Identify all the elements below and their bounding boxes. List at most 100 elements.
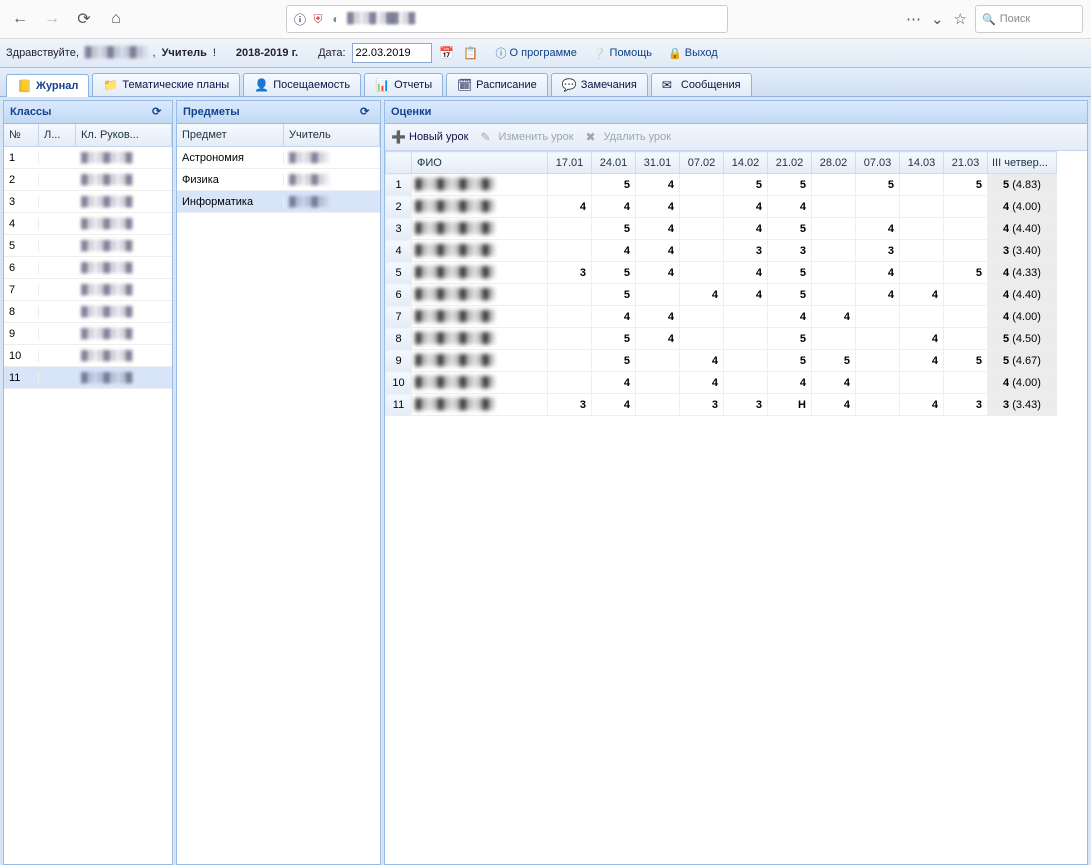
cell-grade[interactable] (900, 372, 944, 394)
col-date[interactable]: 17.01 (548, 152, 592, 174)
cell-grade[interactable] (548, 372, 592, 394)
col-num[interactable]: № (4, 124, 39, 146)
reload-button[interactable]: ⟳ (72, 7, 96, 31)
about-link[interactable]: ⓘО программе (496, 45, 577, 61)
cell-grade[interactable]: 5 (944, 174, 988, 196)
col-teacher[interactable]: Учитель (284, 124, 380, 146)
cell-grade[interactable] (548, 240, 592, 262)
table-row[interactable]: 7▓▒░▒▓▒░▒▓▒░▒▓▒44444 (4.00) (386, 306, 1057, 328)
class-row[interactable]: 11▓▒░▒▓▒░▒▓ (4, 367, 172, 389)
more-icon[interactable]: ⋯ (906, 10, 921, 28)
cell-grade[interactable] (900, 240, 944, 262)
class-row[interactable]: 10▓▒░▒▓▒░▒▓ (4, 345, 172, 367)
class-row[interactable]: 4▓▒░▒▓▒░▒▓ (4, 213, 172, 235)
class-row[interactable]: 5▓▒░▒▓▒░▒▓ (4, 235, 172, 257)
cell-grade[interactable]: 4 (768, 372, 812, 394)
col-rownum[interactable] (386, 152, 412, 174)
cell-grade[interactable] (944, 284, 988, 306)
col-fio[interactable]: ФИО (412, 152, 548, 174)
cell-grade[interactable] (548, 350, 592, 372)
table-row[interactable]: 10▓▒░▒▓▒░▒▓▒░▒▓▒44444 (4.00) (386, 372, 1057, 394)
cell-grade[interactable] (856, 328, 900, 350)
cell-grade[interactable]: 5 (768, 174, 812, 196)
col-date[interactable]: 21.03 (944, 152, 988, 174)
cell-grade[interactable] (856, 394, 900, 416)
cell-grade[interactable]: 4 (592, 196, 636, 218)
cell-grade[interactable]: 3 (768, 240, 812, 262)
home-button[interactable]: ⌂ (104, 7, 128, 31)
cell-grade[interactable]: 5 (812, 350, 856, 372)
table-row[interactable]: 3▓▒░▒▓▒░▒▓▒░▒▓▒544544 (4.40) (386, 218, 1057, 240)
cell-grade[interactable] (812, 218, 856, 240)
cell-grade[interactable]: 4 (900, 394, 944, 416)
col-ruk[interactable]: Кл. Руков... (76, 124, 172, 146)
tab-замечания[interactable]: 💬Замечания (551, 73, 648, 96)
class-row[interactable]: 9▓▒░▒▓▒░▒▓ (4, 323, 172, 345)
cell-grade[interactable]: 5 (592, 174, 636, 196)
address-bar[interactable]: ⓘ ⛨ ◐ ▓▒░▒▓░▒▓▓░▒▓ (286, 5, 728, 33)
cell-grade[interactable] (900, 196, 944, 218)
cell-grade[interactable] (812, 262, 856, 284)
col-lit[interactable]: Л... (39, 124, 76, 146)
cell-grade[interactable]: 5 (856, 174, 900, 196)
cell-grade[interactable]: 5 (592, 262, 636, 284)
cell-grade[interactable] (636, 284, 680, 306)
cell-grade[interactable] (900, 218, 944, 240)
cell-grade[interactable]: 5 (768, 328, 812, 350)
cell-grade[interactable]: 5 (768, 350, 812, 372)
cell-grade[interactable] (812, 284, 856, 306)
class-row[interactable]: 8▓▒░▒▓▒░▒▓ (4, 301, 172, 323)
cell-grade[interactable]: 4 (856, 218, 900, 240)
cell-grade[interactable] (944, 240, 988, 262)
cell-grade[interactable] (812, 240, 856, 262)
cell-grade[interactable]: 5 (592, 218, 636, 240)
col-date[interactable]: 24.01 (592, 152, 636, 174)
cell-grade[interactable]: 4 (724, 262, 768, 284)
table-row[interactable]: 8▓▒░▒▓▒░▒▓▒░▒▓▒54545 (4.50) (386, 328, 1057, 350)
tab-расписание[interactable]: 🗓Расписание (446, 73, 548, 96)
class-row[interactable]: 7▓▒░▒▓▒░▒▓ (4, 279, 172, 301)
col-date[interactable]: 14.03 (900, 152, 944, 174)
cell-grade[interactable]: 3 (856, 240, 900, 262)
cell-grade[interactable] (724, 306, 768, 328)
table-row[interactable]: 1▓▒░▒▓▒░▒▓▒░▒▓▒5455555 (4.83) (386, 174, 1057, 196)
cell-grade[interactable]: 4 (636, 174, 680, 196)
col-date[interactable]: 07.02 (680, 152, 724, 174)
cell-grade[interactable] (724, 350, 768, 372)
col-date[interactable]: 31.01 (636, 152, 680, 174)
tab-сообщения[interactable]: ✉Сообщения (651, 73, 752, 96)
col-date[interactable]: 21.02 (768, 152, 812, 174)
cell-grade[interactable] (724, 328, 768, 350)
cell-grade[interactable] (548, 306, 592, 328)
class-row[interactable]: 1▓▒░▒▓▒░▒▓ (4, 147, 172, 169)
cell-grade[interactable]: 4 (636, 196, 680, 218)
table-row[interactable]: 2▓▒░▒▓▒░▒▓▒░▒▓▒444444 (4.00) (386, 196, 1057, 218)
cell-grade[interactable]: 4 (768, 196, 812, 218)
cell-grade[interactable] (636, 372, 680, 394)
cell-grade[interactable]: 5 (768, 284, 812, 306)
cell-grade[interactable]: 3 (724, 240, 768, 262)
cell-grade[interactable] (680, 328, 724, 350)
help-link[interactable]: ❔Помощь (593, 47, 652, 60)
cell-grade[interactable] (680, 240, 724, 262)
cell-grade[interactable]: 4 (592, 394, 636, 416)
cell-grade[interactable] (636, 394, 680, 416)
cell-grade[interactable]: 5 (724, 174, 768, 196)
cell-grade[interactable] (856, 306, 900, 328)
cell-grade[interactable] (944, 306, 988, 328)
tab-посещаемость[interactable]: 👤Посещаемость (243, 73, 361, 96)
table-row[interactable]: 5▓▒░▒▓▒░▒▓▒░▒▓▒35445454 (4.33) (386, 262, 1057, 284)
quick-search[interactable]: 🔍 Поиск (975, 5, 1083, 33)
forward-button[interactable]: → (40, 7, 64, 31)
class-row[interactable]: 3▓▒░▒▓▒░▒▓ (4, 191, 172, 213)
cell-grade[interactable]: 4 (856, 262, 900, 284)
class-row[interactable]: 6▓▒░▒▓▒░▒▓ (4, 257, 172, 279)
subject-row[interactable]: Астрономия▓▒░▒▓▒░ (177, 147, 380, 169)
cell-grade[interactable] (900, 306, 944, 328)
cell-grade[interactable]: 5 (592, 284, 636, 306)
cell-grade[interactable]: 5 (944, 350, 988, 372)
cell-grade[interactable]: 4 (812, 372, 856, 394)
tab-отчеты[interactable]: 📊Отчеты (364, 73, 443, 96)
cell-grade[interactable] (680, 196, 724, 218)
refresh-icon[interactable]: ⟳ (360, 105, 374, 119)
